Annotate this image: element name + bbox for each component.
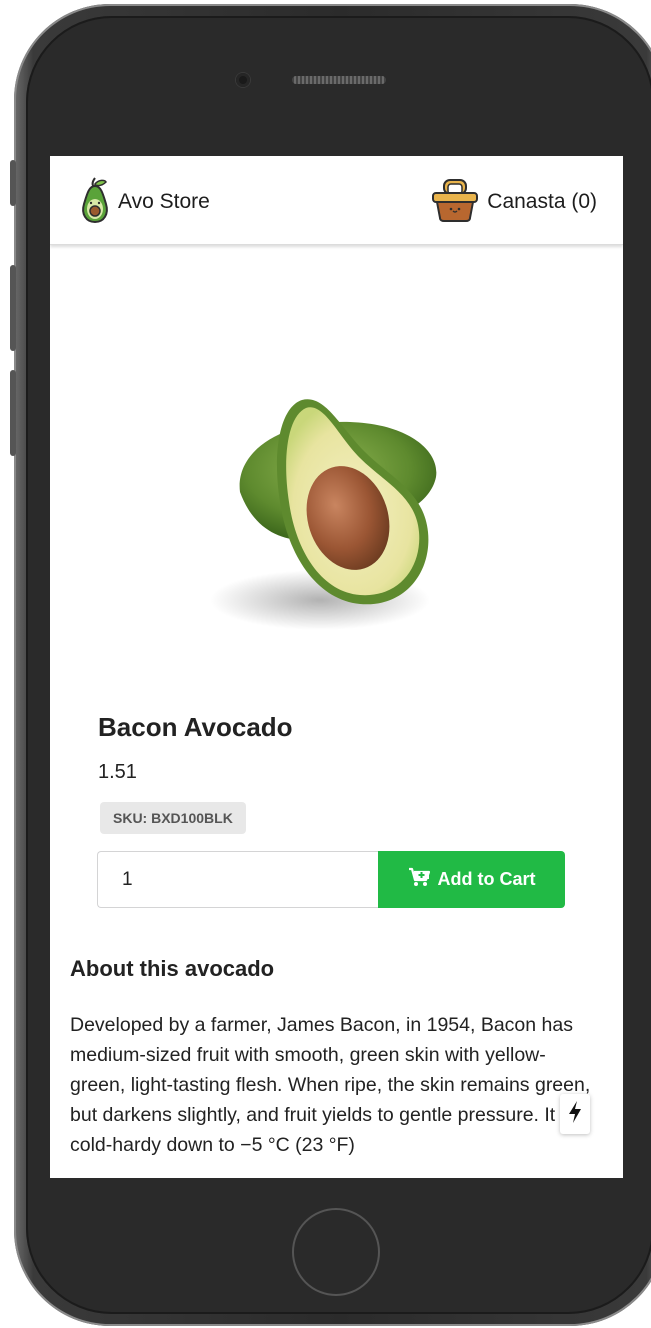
earpiece-speaker (292, 76, 386, 84)
add-to-cart-button[interactable]: Add to Cart (378, 851, 565, 908)
avocado-logo-icon (80, 176, 110, 229)
about-description: Developed by a farmer, James Bacon, in 1… (70, 1014, 591, 1156)
cart-plus-icon (408, 867, 430, 892)
volume-up-button (10, 265, 16, 351)
mute-switch (10, 160, 16, 206)
product-image (200, 382, 470, 652)
quantity-input[interactable] (97, 851, 379, 908)
sku-badge: SKU: BXD100BLK (100, 802, 246, 834)
cart-link[interactable]: Canasta (0) (431, 178, 597, 226)
front-camera (236, 73, 250, 87)
avocado-half-icon (210, 399, 437, 630)
home-button[interactable] (292, 1208, 380, 1296)
lightning-bolt-icon (567, 1100, 583, 1129)
volume-down-button (10, 370, 16, 456)
quick-action-button[interactable] (560, 1094, 590, 1134)
basket-icon (431, 178, 479, 227)
brand-label: Avo Store (118, 190, 210, 213)
product-price: 1.51 (98, 761, 137, 783)
navbar: Avo Store Canasta (0) (50, 156, 623, 245)
brand-link[interactable]: Avo Store (80, 176, 210, 229)
cart-label: Canasta (0) (487, 190, 597, 213)
product-name: Bacon Avocado (98, 712, 293, 742)
add-to-cart-label: Add to Cart (437, 869, 536, 889)
app-screen: Avo Store Canasta (0) Bacon Avocado 1.51… (50, 156, 623, 1178)
about-heading: About this avocado (70, 956, 275, 981)
